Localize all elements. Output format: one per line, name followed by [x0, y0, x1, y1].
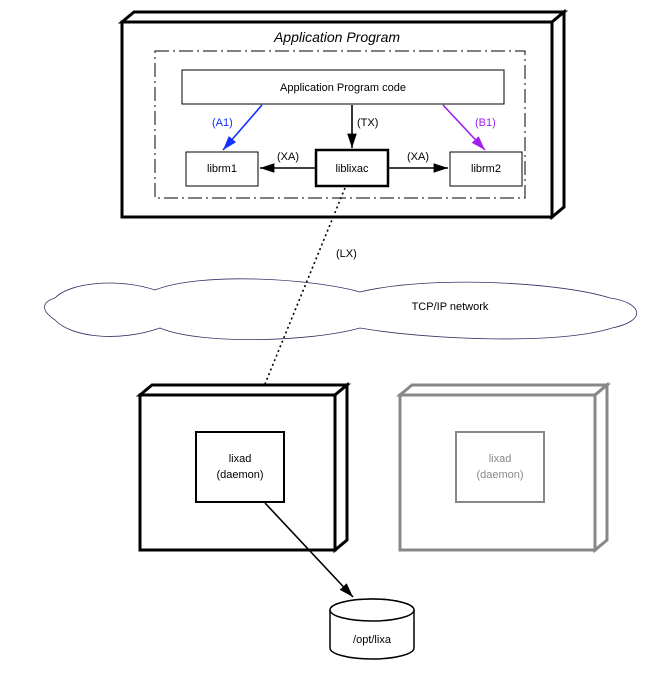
app-title: Application Program	[273, 29, 400, 45]
opt-lixa-cylinder: /opt/lixa	[330, 599, 414, 659]
liblixac-label: liblixac	[335, 163, 369, 175]
lixad-box-2: lixad (daemon)	[456, 432, 544, 502]
network-label: TCP/IP network	[412, 301, 489, 313]
lixad2-line2: (daemon)	[476, 469, 523, 481]
liblixac-box: liblixac	[316, 150, 388, 186]
lixad1-line1: lixad	[229, 453, 252, 465]
lixad1-line2: (daemon)	[216, 469, 263, 481]
xa-left-label: (XA)	[277, 151, 299, 163]
librm1-label: librm1	[207, 163, 237, 175]
app-code-label: Application Program code	[280, 82, 406, 94]
tx-label: (TX)	[357, 117, 378, 129]
xa-right-label: (XA)	[407, 151, 429, 163]
librm2-label: librm2	[471, 163, 501, 175]
lixad-box-1: lixad (daemon)	[196, 432, 284, 502]
a1-label: (A1)	[212, 117, 233, 129]
lixad2-line1: lixad	[489, 453, 512, 465]
librm1-box: librm1	[186, 152, 258, 186]
opt-lixa-label: /opt/lixa	[353, 634, 392, 646]
lx-label: (LX)	[336, 248, 357, 260]
app-code-box: Application Program code	[182, 70, 504, 104]
librm2-box: librm2	[450, 152, 522, 186]
b1-label: (B1)	[475, 117, 496, 129]
network-cloud: TCP/IP network	[44, 279, 636, 340]
